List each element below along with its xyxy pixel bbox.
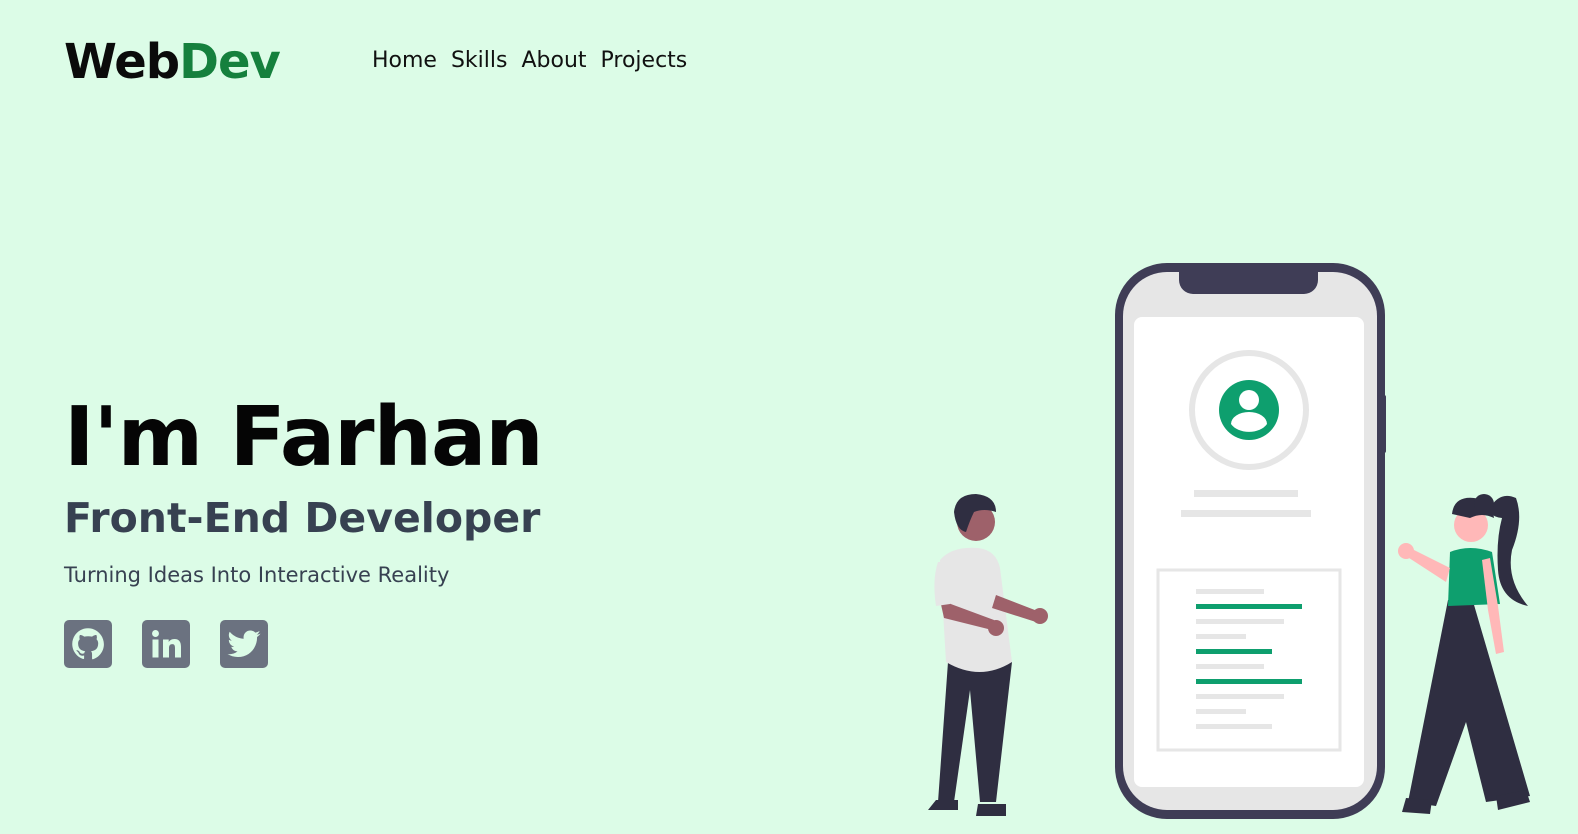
logo[interactable]: WebDev: [64, 30, 281, 94]
hero-illustration: [928, 263, 1530, 819]
hero-tagline: Turning Ideas Into Interactive Reality: [64, 563, 450, 587]
logo-primary: Web: [64, 34, 180, 90]
twitter-icon: [227, 630, 261, 658]
hero-title: I'm Farhan: [64, 390, 544, 485]
nav-link-about[interactable]: About: [521, 46, 586, 76]
hero-section: I'm Farhan Front-End Developer Turning I…: [64, 388, 764, 668]
logo-accent: Dev: [179, 34, 281, 90]
github-icon: [72, 628, 104, 660]
nav-link-skills[interactable]: Skills: [451, 46, 508, 76]
navbar: WebDev Home Skills About Projects: [64, 30, 964, 94]
social-links: [64, 620, 764, 668]
twitter-link[interactable]: [220, 620, 268, 668]
nav-link-projects[interactable]: Projects: [601, 46, 688, 76]
nav-link-home[interactable]: Home: [372, 46, 437, 76]
github-link[interactable]: [64, 620, 112, 668]
hero-subtitle: Front-End Developer: [64, 494, 541, 542]
man-illustration: [928, 494, 1048, 816]
woman-illustration: [1398, 494, 1530, 814]
linkedin-link[interactable]: [142, 620, 190, 668]
user-avatar-icon: [1219, 380, 1279, 440]
nav-menu: Home Skills About Projects: [372, 46, 687, 76]
linkedin-icon: [152, 630, 181, 658]
phone-illustration: [1115, 263, 1386, 819]
